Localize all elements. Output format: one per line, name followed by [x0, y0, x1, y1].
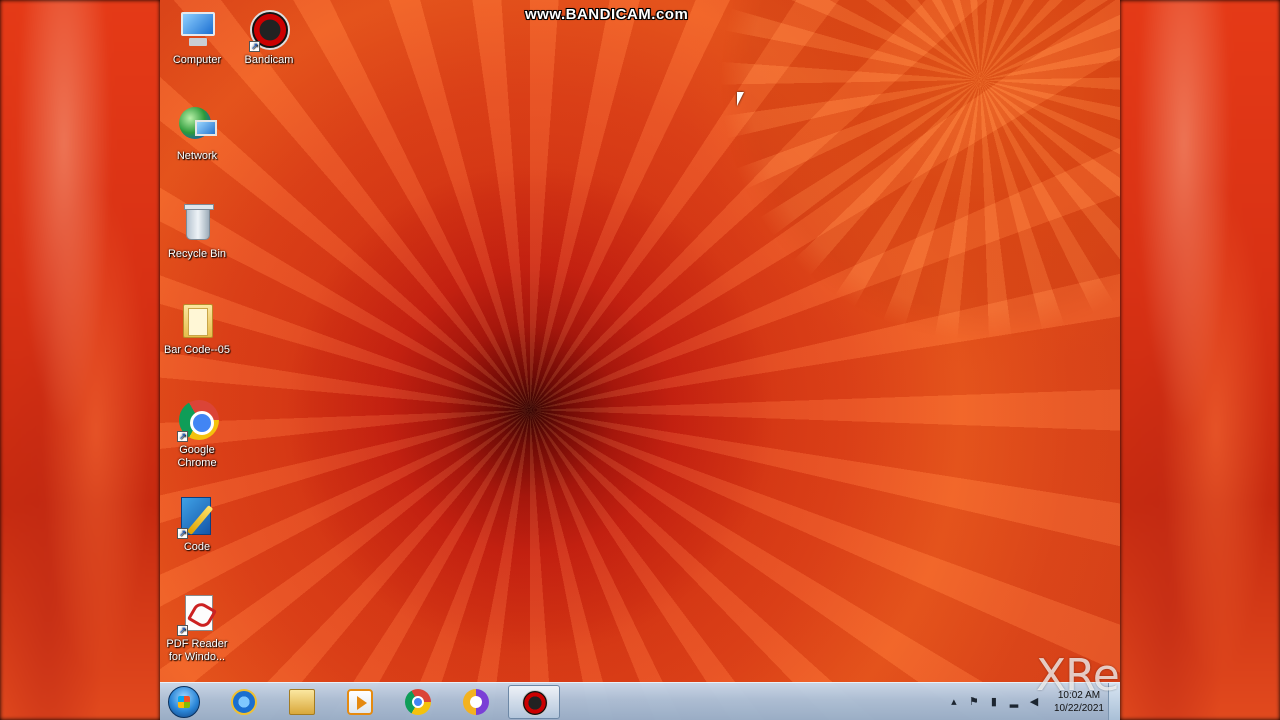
- clock[interactable]: 10:02 AM 10/22/2021: [1054, 689, 1104, 715]
- desktop-icon-recycle-bin[interactable]: Recycle Bin: [160, 202, 234, 261]
- chrome-icon: [405, 689, 431, 715]
- code-editor-icon: ↗: [175, 495, 219, 539]
- clock-time: 10:02 AM: [1057, 690, 1101, 701]
- system-tray: ▴ ⚑ ▮ ▂ ◀ 10:02 AM 10/22/2021: [948, 686, 1104, 718]
- flag-icon[interactable]: ⚑: [968, 696, 980, 708]
- desktop-icon-pdf-reader[interactable]: ↗ PDF Reader for Windo...: [160, 592, 234, 664]
- desktop-icon-label: Computer: [172, 54, 222, 66]
- desktop-icon-bar-code-folder[interactable]: Bar Code--05: [160, 298, 234, 357]
- clock-date: 10/22/2021: [1053, 703, 1104, 714]
- desktop-icon-label: Recycle Bin: [167, 248, 227, 260]
- chrome-icon: ↗: [175, 398, 219, 442]
- bandicam-watermark: www.BANDICAM.com: [525, 6, 689, 23]
- taskbar-bandicam[interactable]: [508, 685, 560, 719]
- desktop-icon-label: Code: [183, 541, 211, 553]
- blurred-right-band: [1120, 0, 1280, 720]
- desktop-icon-label: Network: [176, 150, 218, 162]
- desktop-icon-network[interactable]: Network: [160, 104, 234, 163]
- desktop-icon-computer[interactable]: Computer: [160, 8, 234, 67]
- desktop-icon-code[interactable]: ↗ Code: [160, 495, 234, 554]
- bandicam-icon: ↗: [247, 8, 291, 52]
- pdf-reader-icon: ↗: [175, 592, 219, 636]
- desktop-icon-label: Bandicam: [244, 54, 294, 66]
- taskbar-media-player[interactable]: [334, 685, 386, 719]
- volume-icon[interactable]: ◀: [1028, 696, 1040, 708]
- taskbar-windows-explorer[interactable]: [276, 685, 328, 719]
- chevron-up-icon[interactable]: ▴: [948, 696, 960, 708]
- taskbar-browser[interactable]: [450, 685, 502, 719]
- taskbar-internet-explorer[interactable]: [218, 685, 270, 719]
- signal-icon[interactable]: ▂: [1008, 696, 1020, 708]
- desktop-icon-label: Google Chrome: [177, 444, 217, 469]
- internet-explorer-icon: [231, 689, 257, 715]
- desktop-icon-bandicam[interactable]: ↗ Bandicam: [232, 8, 306, 67]
- recycle-bin-icon: [175, 202, 219, 246]
- blurred-left-band: [0, 0, 160, 720]
- battery-icon[interactable]: ▮: [988, 696, 1000, 708]
- taskbar: ▴ ⚑ ▮ ▂ ◀ 10:02 AM 10/22/2021: [160, 682, 1120, 720]
- desktop-icon-label: Bar Code--05: [163, 344, 231, 356]
- desktop-icon-google-chrome[interactable]: ↗ Google Chrome: [160, 398, 234, 470]
- folder-icon: [175, 298, 219, 342]
- taskbar-chrome[interactable]: [392, 685, 444, 719]
- computer-icon: [175, 8, 219, 52]
- mouse-cursor-icon: [737, 92, 744, 106]
- desktop-icon-label: PDF Reader for Windo...: [166, 638, 228, 663]
- wallpaper-petals-secondary: [160, 0, 1120, 720]
- desktop[interactable]: www.BANDICAM.com Computer ↗ Bandicam Net…: [160, 0, 1120, 720]
- show-desktop-button[interactable]: [1108, 683, 1120, 720]
- folder-icon: [289, 689, 315, 715]
- start-button[interactable]: [168, 686, 200, 718]
- media-player-icon: [347, 689, 373, 715]
- bandicam-icon: [522, 690, 548, 716]
- browser-icon: [463, 689, 489, 715]
- network-icon: [175, 104, 219, 148]
